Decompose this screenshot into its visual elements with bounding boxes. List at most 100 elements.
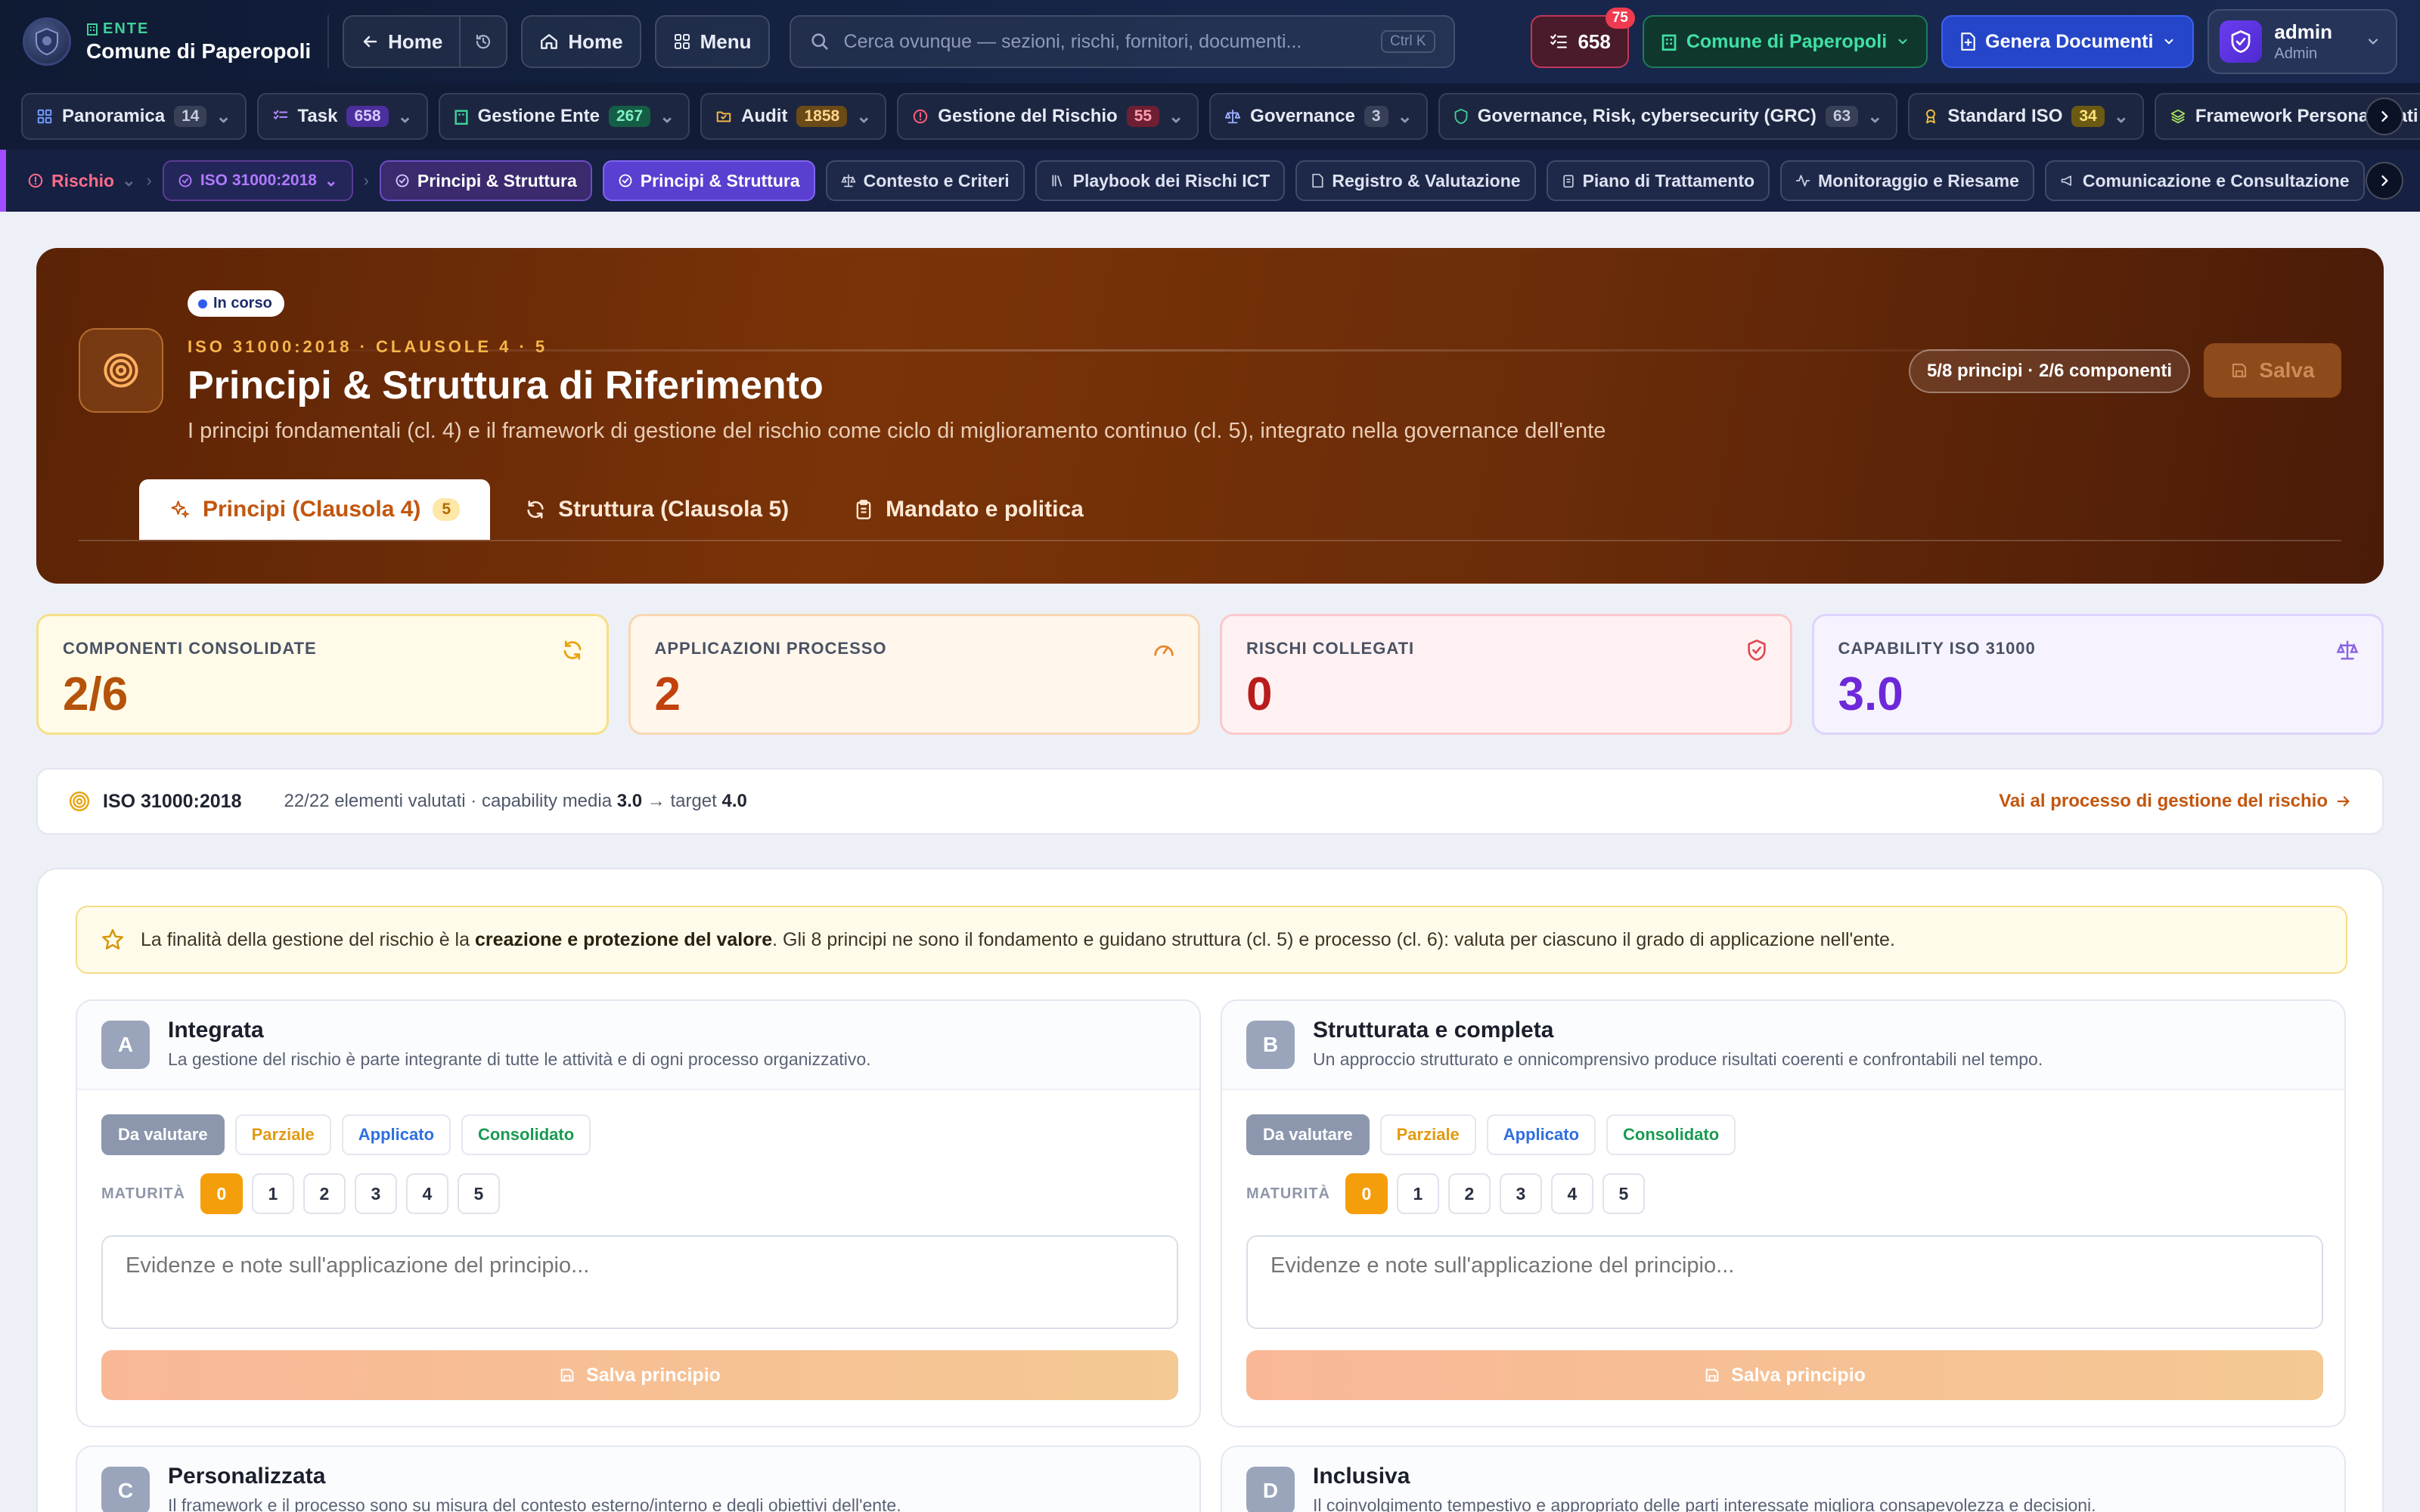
save-button[interactable]: Salva [2204,343,2341,398]
module-count: 63 [1825,106,1859,127]
save-principle-button[interactable]: Salva principio [101,1350,1178,1400]
status-option-parziale[interactable]: Parziale [234,1114,331,1155]
tab-monitoraggio-riesame[interactable]: Monitoraggio e Riesame [1780,160,2034,201]
building-icon [454,108,469,125]
stat-card-capability: CAPABILITY ISO 31000 3.0 [1811,614,2384,735]
status-option-consolidato[interactable]: Consolidato [461,1114,591,1155]
intro-callout: La finalità della gestione del rischio è… [76,906,2347,974]
clipboard-icon [854,499,873,520]
status-option-consolidato[interactable]: Consolidato [1606,1114,1736,1155]
user-menu[interactable]: admin Admin [2207,9,2397,74]
save-icon [1704,1367,1720,1383]
maturity-level-2[interactable]: 2 [1447,1173,1491,1214]
tab-registro-valutazione[interactable]: Registro & Valutazione [1295,160,1536,201]
chevron-right-icon [2377,109,2392,124]
principle-header: C Personalizzata Il framework e il proce… [77,1447,1199,1512]
principle-notes-input[interactable] [101,1235,1178,1329]
module-governance[interactable]: Governance 3 ⌄ [1209,93,1428,140]
maturity-level-4[interactable]: 4 [405,1173,448,1214]
alert-circle-icon [912,108,929,125]
module-gestione-rischio[interactable]: Gestione del Rischio 55 ⌄ [897,93,1199,140]
maturity-level-2[interactable]: 2 [302,1173,346,1214]
module-count: 658 [346,106,389,127]
module-standard-iso[interactable]: Standard ISO 34 ⌄ [1908,93,2144,140]
principle-header: A Integrata La gestione del rischio è pa… [77,1001,1199,1090]
maturity-level-3[interactable]: 3 [1499,1173,1542,1214]
principle-description: Un approccio strutturato e onnicomprensi… [1313,1049,2043,1069]
status-option-applicato[interactable]: Applicato [1486,1114,1596,1155]
maturity-level-4[interactable]: 4 [1550,1173,1593,1214]
brand[interactable]: ENTE Comune di Paperopoli [23,15,330,68]
principle-name: Strutturata e completa [1313,1018,1554,1043]
maturity-level-0[interactable]: 0 [200,1173,243,1214]
status-option-parziale[interactable]: Parziale [1379,1114,1476,1155]
module-audit[interactable]: Audit 1858 ⌄ [700,93,887,140]
menu-button[interactable]: Menu [654,15,770,68]
maturity-level-1[interactable]: 1 [251,1173,294,1214]
status-option-da-valutare[interactable]: Da valutare [1246,1114,1370,1155]
chevron-down-icon: ⌄ [1397,106,1413,127]
tab-comunicazione-consultazione[interactable]: Comunicazione e Consultazione [2044,160,2365,201]
stat-card-applicazioni: APPLICAZIONI PROCESSO 2 [628,614,1200,735]
generate-documents-button[interactable]: Genera Documenti [1941,15,2195,68]
home-button[interactable]: Home [521,15,641,68]
module-label: Standard ISO [1947,106,2063,126]
target-icon [178,173,193,188]
ente-selector[interactable]: Comune di Paperopoli [1642,15,1928,68]
global-search-input[interactable]: Cerca ovunque — sezioni, rischi, fornito… [789,15,1455,68]
tasks-notification-badge: 75 [1605,8,1635,29]
module-grc[interactable]: Governance, Risk, cybersecurity (GRC) 63… [1438,93,1898,140]
chevron-down-icon [1896,35,1910,48]
module-count: 14 [174,106,207,127]
target-icon [618,173,633,188]
iso-target: 4.0 [721,791,747,811]
iso-capability: 3.0 [616,791,643,811]
maturity-level-1[interactable]: 1 [1396,1173,1439,1214]
tasks-button[interactable]: 658 75 [1531,8,1635,68]
tab-mandato-politica[interactable]: Mandato e politica [824,479,1114,540]
module-task[interactable]: Task 658 ⌄ [256,93,428,140]
save-principle-label: Salva principio [586,1364,721,1386]
maturity-level-5[interactable]: 5 [457,1173,500,1214]
tab-principi-struttura[interactable]: Principi & Struttura [602,160,815,201]
breadcrumb-rischio[interactable]: Rischio ⌄ [27,171,136,191]
tab-contesto-criteri[interactable]: Contesto e Criteri [825,160,1025,201]
breadcrumb-iso[interactable]: ISO 31000:2018 ⌄ [162,160,353,201]
module-label: Panoramica [62,106,166,126]
back-button[interactable]: Home [344,17,459,67]
module-gestione-ente[interactable]: Gestione Ente 267 ⌄ [438,93,690,140]
tab-label: Comunicazione e Consultazione [2082,170,2350,191]
tab-principi[interactable]: Principi (Clausola 4) 5 [139,479,491,540]
save-principle-button[interactable]: Salva principio [1246,1350,2323,1400]
risk-process-link[interactable]: Vai al processo di gestione del rischio [1999,791,2352,812]
tab-piano-trattamento[interactable]: Piano di Trattamento [1546,160,1770,201]
target-icon [68,790,91,813]
status-option-da-valutare[interactable]: Da valutare [101,1114,225,1155]
history-button[interactable] [459,17,506,67]
clipboard-icon [1562,173,1575,188]
tab-label: Contesto e Criteri [863,170,1010,191]
tab-struttura[interactable]: Struttura (Clausola 5) [495,479,819,540]
gauge-icon [1153,639,1175,665]
target-icon [395,173,410,188]
stat-value: 3.0 [1838,668,1903,720]
module-count: 267 [609,106,651,127]
status-option-applicato[interactable]: Applicato [341,1114,451,1155]
breadcrumb-current[interactable]: Principi & Struttura [379,160,592,201]
search-shortcut: Ctrl K [1381,30,1435,53]
section-nav-next-button[interactable] [2366,162,2403,200]
principle-card: C Personalizzata Il framework e il proce… [76,1445,1201,1512]
maturity-level-0[interactable]: 0 [1345,1173,1388,1214]
principle-notes-input[interactable] [1246,1235,2323,1329]
maturity-level-3[interactable]: 3 [354,1173,397,1214]
module-nav-next-button[interactable] [2366,98,2403,135]
iso-evaluated: 22/22 elementi valutati · capability med… [284,791,746,812]
module-panoramica[interactable]: Panoramica 14 ⌄ [21,93,247,140]
status-options: Da valutare Parziale Applicato Consolida… [101,1114,591,1155]
target-icon [79,328,163,413]
stat-label: RISCHI COLLEGATI [1246,639,1415,658]
maturity-label: MATURITÀ [1246,1185,1330,1202]
tab-playbook-rischi-ict[interactable]: Playbook dei Rischi ICT [1035,160,1286,201]
module-count: 3 [1364,106,1388,127]
maturity-level-5[interactable]: 5 [1602,1173,1645,1214]
